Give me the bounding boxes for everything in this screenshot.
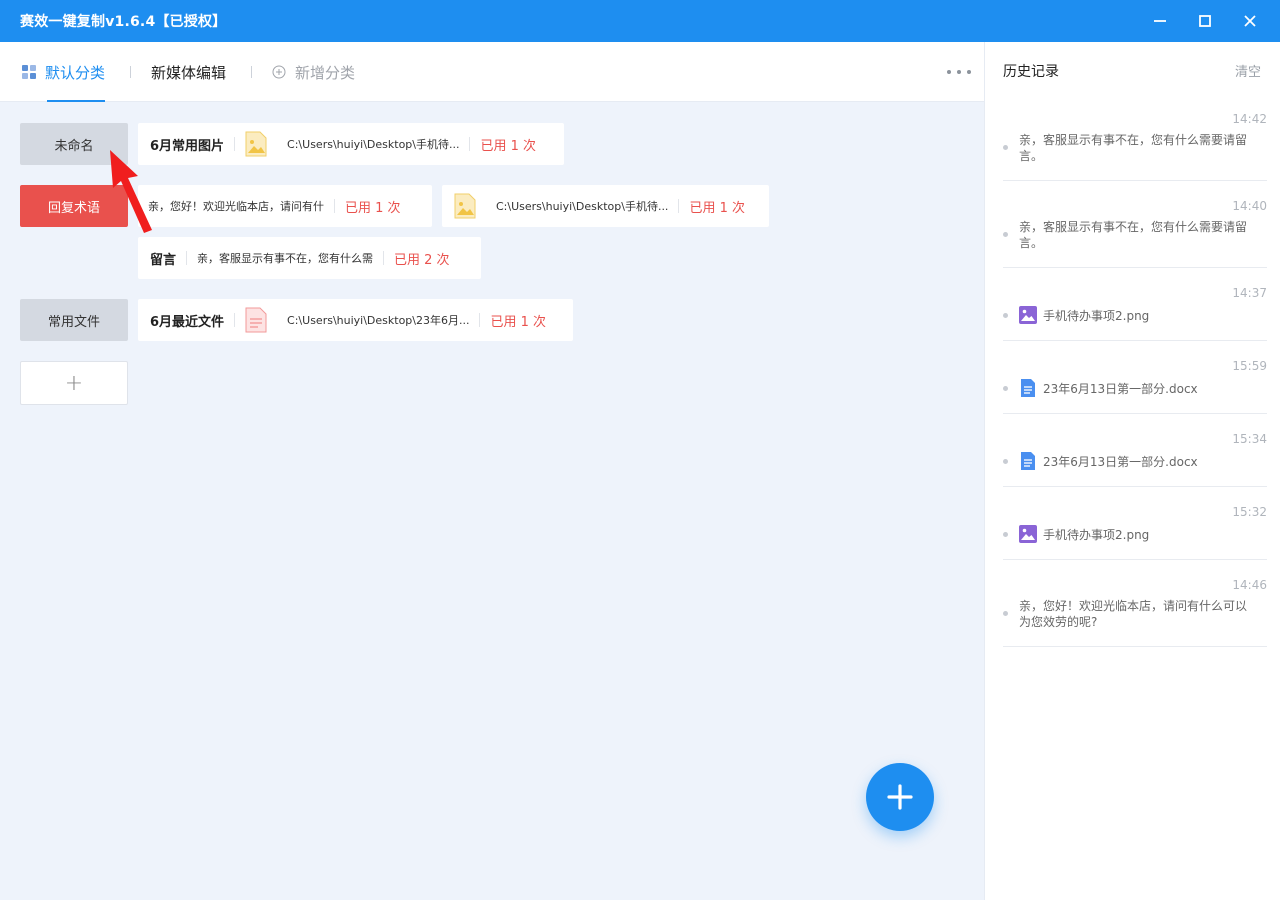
bullet-dot — [1003, 459, 1008, 464]
history-file: 手机待办事项2.png — [1019, 525, 1149, 543]
tab-media-edit[interactable]: 新媒体编辑 — [151, 42, 226, 102]
add-circle-icon — [272, 65, 286, 79]
more-options-icon[interactable] — [947, 64, 971, 80]
history-title: 历史记录 — [1003, 64, 1059, 80]
category-label: 回复术语 — [47, 200, 100, 216]
history-file-name: 手机待办事项2.png — [1043, 308, 1150, 323]
tab-media-label: 新媒体编辑 — [151, 63, 227, 82]
snippet-item[interactable]: 6月常用图片 C:\Users\huiyi\Desktop\手机待... 已用 … — [138, 123, 564, 165]
history-time: 15:59 — [1232, 359, 1267, 373]
divider — [234, 137, 236, 151]
usage-count: 已用 1 次 — [689, 200, 745, 216]
history-entry[interactable]: 14:37 手机待办事项2.png — [1003, 268, 1267, 341]
history-entry[interactable]: 14:40 亲，客服显示有事不在，您有什么需要请留言。 — [1003, 181, 1267, 268]
image-icon — [1019, 306, 1037, 324]
category-unnamed-button[interactable]: 未命名 — [20, 123, 128, 165]
grid-icon — [22, 65, 36, 79]
usage-count: 已用 1 次 — [480, 138, 537, 154]
history-file-name: 23年6月13日第一部分.docx — [1043, 381, 1198, 396]
category-reply-terms-button[interactable]: 回复术语 — [20, 185, 128, 227]
document-file-icon — [245, 307, 267, 333]
history-panel: 历史记录 清空 14:42 亲，客服显示有事不在，您有什么需要请留言。 14:4… — [984, 42, 1280, 900]
bullet-dot — [1003, 232, 1008, 237]
divider — [334, 199, 335, 213]
category-common-files-button[interactable]: 常用文件 — [20, 299, 128, 341]
history-text: 亲，您好！欢迎光临本店，请问有什么可以为您效劳的呢? — [1019, 599, 1248, 629]
bullet-dot — [1003, 611, 1008, 616]
snippet-text: 亲，您好！欢迎光临本店，请问有什 — [148, 200, 324, 213]
image-file-icon — [245, 131, 267, 157]
usage-count: 已用 1 次 — [490, 314, 547, 330]
snippet-name: 留言 — [150, 252, 177, 268]
history-file: 23年6月13日第一部分.docx — [1019, 452, 1198, 470]
divider — [469, 137, 471, 151]
divider — [186, 251, 188, 265]
snippet-item[interactable]: 6月最近文件 C:\Users\huiyi\Desktop\23年6月... 已… — [138, 299, 573, 341]
snippet-item[interactable]: 留言 亲，客服显示有事不在，您有什么需 已用 2 次 — [138, 237, 481, 279]
bullet-dot — [1003, 386, 1008, 391]
history-entry[interactable]: 15:34 23年6月13日第一部分.docx — [1003, 414, 1267, 487]
maximize-icon[interactable] — [1194, 10, 1216, 32]
divider — [234, 313, 236, 327]
plus-icon: + — [64, 370, 84, 396]
history-entry[interactable]: 14:46 亲，您好！欢迎光临本店，请问有什么可以为您效劳的呢? — [1003, 560, 1267, 647]
tab-bar: 默认分类 新媒体编辑 新增分类 — [0, 42, 984, 102]
add-snippet-fab-button[interactable] — [866, 763, 934, 831]
tab-default-label: 默认分类 — [45, 63, 106, 82]
window-title: 赛效一键复制v1.6.4【已授权】 — [20, 14, 227, 30]
category-label: 常用文件 — [47, 314, 100, 330]
tab-divider — [130, 66, 131, 78]
history-entry[interactable]: 15:32 手机待办事项2.png — [1003, 487, 1267, 560]
snippet-path: C:\Users\huiyi\Desktop\手机待... — [496, 200, 669, 213]
snippet-path: C:\Users\huiyi\Desktop\手机待... — [287, 138, 460, 151]
snippet-item[interactable]: C:\Users\huiyi\Desktop\手机待... 已用 1 次 — [442, 185, 769, 227]
plus-icon — [887, 784, 913, 810]
tab-add-category[interactable]: 新增分类 — [272, 42, 355, 102]
history-file-name: 手机待办事项2.png — [1043, 527, 1150, 542]
history-time: 14:42 — [1232, 112, 1267, 126]
main-panel: 默认分类 新媒体编辑 新增分类 未命名 6月常用图片 C:\Users\huiy… — [0, 42, 984, 900]
add-category-button[interactable]: + — [20, 361, 128, 405]
doc-icon — [1021, 379, 1035, 397]
snippet-path: C:\Users\huiyi\Desktop\23年6月... — [287, 314, 470, 327]
history-time: 15:32 — [1232, 505, 1267, 519]
history-entry[interactable]: 15:59 23年6月13日第一部分.docx — [1003, 341, 1267, 414]
title-bar: 赛效一键复制v1.6.4【已授权】 — [0, 0, 1280, 42]
category-label: 未命名 — [54, 138, 94, 154]
usage-count: 已用 2 次 — [394, 252, 450, 268]
close-icon[interactable] — [1239, 10, 1261, 32]
bullet-dot — [1003, 313, 1008, 318]
history-time: 15:34 — [1232, 432, 1267, 446]
history-text: 亲，客服显示有事不在，您有什么需要请留言。 — [1019, 220, 1248, 250]
history-time: 14:37 — [1232, 286, 1267, 300]
snippet-name: 6月常用图片 — [150, 138, 225, 154]
history-text: 亲，客服显示有事不在，您有什么需要请留言。 — [1019, 133, 1248, 163]
snippet-text: 亲，客服显示有事不在，您有什么需 — [197, 252, 374, 265]
tab-add-label: 新增分类 — [295, 63, 356, 82]
doc-icon — [1021, 452, 1035, 470]
image-file-icon — [454, 193, 476, 219]
divider — [383, 251, 385, 265]
clear-history-button[interactable]: 清空 — [1235, 61, 1261, 80]
divider — [479, 313, 481, 327]
history-time: 14:46 — [1232, 578, 1267, 592]
history-file-name: 23年6月13日第一部分.docx — [1043, 454, 1198, 469]
active-tab-indicator — [47, 100, 106, 102]
snippet-name: 6月最近文件 — [150, 314, 225, 330]
snippet-item[interactable]: 亲，您好！欢迎光临本店，请问有什 已用 1 次 — [138, 185, 432, 227]
usage-count: 已用 1 次 — [345, 200, 401, 216]
bullet-dot — [1003, 532, 1008, 537]
history-file: 23年6月13日第一部分.docx — [1019, 379, 1198, 397]
history-time: 14:40 — [1232, 199, 1267, 213]
tab-divider — [251, 66, 252, 78]
history-file: 手机待办事项2.png — [1019, 306, 1149, 324]
image-icon — [1019, 525, 1037, 543]
history-entry[interactable]: 14:42 亲，客服显示有事不在，您有什么需要请留言。 — [1003, 106, 1267, 181]
minimize-icon[interactable] — [1149, 10, 1171, 32]
bullet-dot — [1003, 145, 1008, 150]
tab-default-category[interactable]: 默认分类 — [22, 42, 106, 102]
divider — [678, 199, 680, 213]
